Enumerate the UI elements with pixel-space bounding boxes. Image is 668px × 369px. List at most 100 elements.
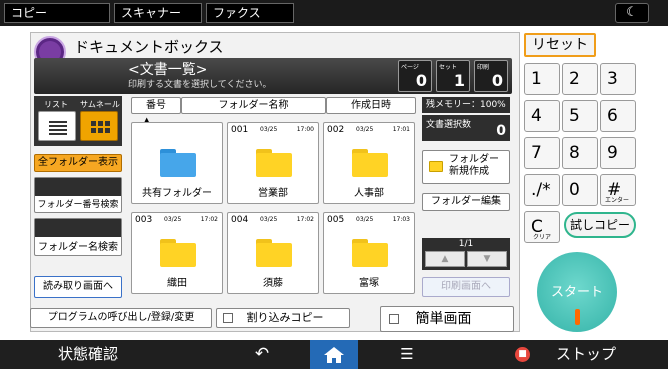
- folder-name: 織田: [167, 278, 187, 289]
- counter-label: ページ: [401, 64, 419, 71]
- app-title: ドキュメントボックス: [74, 38, 224, 56]
- selected-docs-label: 文書選択数: [426, 120, 472, 130]
- page-up-button[interactable]: ▲: [425, 251, 465, 267]
- read-screen-button[interactable]: 読み取り画面へ: [34, 276, 122, 298]
- key-clear[interactable]: C クリア: [524, 211, 560, 243]
- key-8[interactable]: 8: [562, 137, 598, 169]
- tab-copy[interactable]: コピー: [4, 3, 110, 23]
- interrupt-checkbox[interactable]: [223, 313, 233, 323]
- menu-icon[interactable]: ☰: [397, 340, 417, 369]
- key-4[interactable]: 4: [524, 100, 560, 132]
- simple-screen-button[interactable]: 簡単画面: [380, 306, 514, 332]
- key-2[interactable]: 2: [562, 63, 598, 95]
- folder-card[interactable]: 005 03/25 17:03 富塚: [323, 212, 415, 294]
- key-3[interactable]: 3: [600, 63, 636, 95]
- selected-docs-value: 0: [496, 123, 506, 139]
- search-input-strip: [35, 219, 121, 237]
- key-1[interactable]: 1: [524, 63, 560, 95]
- edit-folder-button[interactable]: フォルダー編集: [422, 193, 510, 211]
- folder-date: 03/25: [356, 126, 374, 133]
- home-button[interactable]: [310, 340, 358, 369]
- folder-time: 17:02: [200, 216, 218, 223]
- program-button[interactable]: プログラムの呼び出し/登録/変更: [30, 308, 212, 328]
- pager: 1/1 ▲ ▼: [422, 238, 510, 270]
- key-dot-star[interactable]: ./*: [524, 174, 560, 206]
- folder-card[interactable]: 004 03/25 17:02 須藤: [227, 212, 319, 294]
- folder-number: 001: [231, 125, 249, 135]
- back-arrow-icon[interactable]: ↶: [252, 340, 272, 369]
- folder-name: 富塚: [359, 278, 379, 289]
- clear-label: クリア: [533, 234, 552, 241]
- stop-icon: ■: [515, 347, 530, 362]
- folder-date: 03/25: [356, 216, 374, 223]
- list-subtitle: 印刷する文書を選択してください。: [128, 80, 272, 90]
- print-screen-button[interactable]: 印刷画面へ: [422, 277, 510, 297]
- folder-time: 17:00: [296, 126, 314, 133]
- folder-time: 17:03: [392, 216, 410, 223]
- page-down-button[interactable]: ▼: [467, 251, 507, 267]
- counter-label: セット: [439, 64, 458, 71]
- show-all-folders-button[interactable]: 全フォルダー表示: [34, 154, 122, 172]
- key-5[interactable]: 5: [562, 100, 598, 132]
- start-indicator-led: [575, 309, 580, 325]
- tab-scanner[interactable]: スキャナー: [114, 3, 202, 23]
- status-check-button[interactable]: 状態確認: [58, 340, 118, 369]
- button-label: フォルダー名検索: [38, 242, 118, 253]
- key-7[interactable]: 7: [524, 137, 560, 169]
- stop-button[interactable]: ストップ: [556, 340, 616, 369]
- folder-number: 002: [327, 125, 345, 135]
- print-counter: 印刷 0: [474, 60, 508, 92]
- new-folder-icon: [429, 161, 443, 172]
- button-label: フォルダー番号検索: [37, 200, 119, 210]
- trial-copy-button[interactable]: 試しコピー: [564, 212, 636, 238]
- folder-card[interactable]: 001 03/25 17:00 営業部: [227, 122, 319, 204]
- folder-number-search-button[interactable]: フォルダー番号検索: [34, 177, 122, 213]
- folder-date: 03/25: [260, 126, 278, 133]
- folder-time: 17:02: [296, 216, 314, 223]
- selected-docs-box: 文書選択数 0: [422, 115, 510, 141]
- search-input-strip: [35, 178, 121, 196]
- memory-remaining: 残メモリー：100%: [422, 97, 510, 113]
- folder-date: 03/25: [260, 216, 278, 223]
- page-indicator: 1/1: [458, 239, 474, 249]
- key-hash-enter[interactable]: # エンター: [600, 174, 636, 206]
- folder-card[interactable]: 003 03/25 17:02 織田: [131, 212, 223, 294]
- new-folder-label: フォルダー 新規作成: [449, 154, 499, 177]
- home-icon: [324, 347, 344, 363]
- tab-fax[interactable]: ファクス: [206, 3, 294, 23]
- interrupt-copy-button[interactable]: 割り込みコピー: [216, 308, 350, 328]
- new-folder-button[interactable]: フォルダー 新規作成: [422, 150, 510, 184]
- folder-icon: [352, 149, 388, 177]
- reset-button[interactable]: リセット: [524, 33, 596, 57]
- folder-icon: [160, 239, 196, 267]
- folder-name: 人事部: [354, 188, 384, 199]
- set-counter: セット 1: [436, 60, 470, 92]
- key-9[interactable]: 9: [600, 137, 636, 169]
- folder-card[interactable]: 002 03/25 17:01 人事部: [323, 122, 415, 204]
- list-view-label: リスト: [44, 100, 68, 109]
- key-6[interactable]: 6: [600, 100, 636, 132]
- list-title: <文書一覧>: [128, 62, 208, 78]
- thumbnail-view-button[interactable]: [80, 111, 118, 141]
- grid-icon: [91, 121, 110, 133]
- list-icon: [49, 121, 67, 135]
- list-view-button[interactable]: [38, 111, 76, 141]
- folder-icon: [256, 149, 292, 177]
- folder-number: 005: [327, 215, 345, 225]
- thumb-view-label: サムネール: [80, 100, 120, 109]
- moon-icon[interactable]: ☾: [615, 3, 649, 23]
- key-0[interactable]: 0: [562, 174, 598, 206]
- counter-value: 1: [453, 71, 465, 90]
- folder-name-search-button[interactable]: フォルダー名検索: [34, 218, 122, 256]
- device-screen: コピー スキャナー ファクス ☾ ドキュメントボックス <文書一覧> 印刷する文…: [0, 0, 668, 369]
- folder-card[interactable]: 共有フォルダー: [131, 122, 223, 204]
- counter-label: 印刷: [477, 64, 490, 71]
- enter-label: エンター: [605, 197, 630, 204]
- page-counter: ページ 0: [398, 60, 432, 92]
- simple-screen-checkbox[interactable]: [389, 314, 399, 324]
- folder-number: 003: [135, 215, 153, 225]
- folder-time: 17:01: [392, 126, 410, 133]
- column-header-number[interactable]: 番号: [131, 97, 181, 114]
- column-header-folder-name[interactable]: フォルダー名称: [181, 97, 326, 114]
- column-header-created[interactable]: 作成日時: [326, 97, 416, 114]
